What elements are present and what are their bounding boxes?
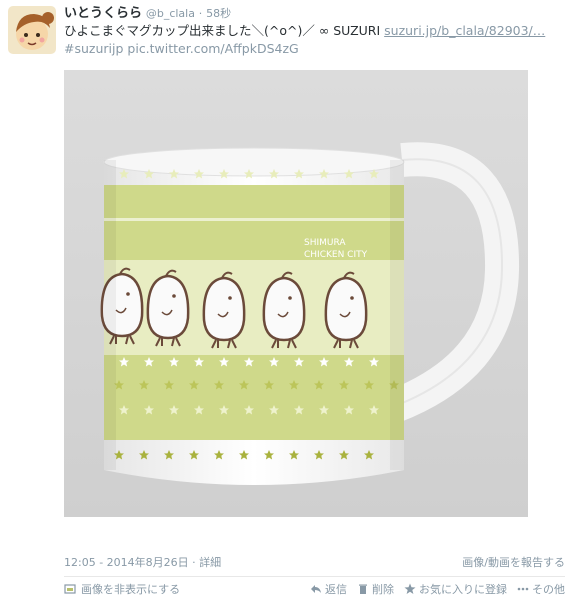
report-media-link[interactable]: 画像/動画を報告する [462, 554, 565, 570]
tweet-actions: 画像を非表示にする 返信 削除 お気に入りに登録 その他 [64, 581, 565, 599]
more-label: その他 [532, 583, 565, 596]
user-handle[interactable]: @b_clala [146, 7, 195, 20]
hashtag-link[interactable]: #suzurijp [64, 41, 123, 56]
image-icon [64, 583, 76, 595]
action-group: 返信 削除 お気に入りに登録 その他 [310, 581, 565, 597]
meta-left: 12:05 - 2014年8月26日 · 詳細 [64, 554, 221, 570]
favorite-button[interactable]: お気に入りに登録 [404, 581, 507, 597]
header-separator: · [198, 7, 203, 20]
tweet: いとうくらら @b_clala · 58秒 ひよこまぐマグカップ出来ました＼(^… [0, 0, 575, 602]
reply-icon [310, 583, 322, 595]
tweet-time[interactable]: 58秒 [206, 7, 231, 20]
trash-icon [357, 583, 369, 595]
avatar-image [8, 6, 56, 54]
meta-divider [64, 576, 565, 577]
display-name[interactable]: いとうくらら [64, 6, 142, 21]
delete-label: 削除 [372, 583, 394, 596]
details-link[interactable]: 詳細 [199, 556, 221, 569]
tweet-text: ひよこまぐマグカップ出来ました＼(^o^)／ ∞ SUZURI suzuri.j… [64, 22, 565, 58]
reply-button[interactable]: 返信 [310, 581, 347, 597]
details-separator: · [192, 556, 196, 569]
hide-image-button[interactable]: 画像を非表示にする [64, 581, 180, 597]
tweet-body: ひよこまぐマグカップ出来ました＼(^o^)／ ∞ SUZURI [64, 23, 385, 38]
tweet-media-image[interactable]: SHIMURA CHICKEN CITY [64, 70, 528, 517]
pic-link[interactable]: pic.twitter.com/AffpkDS4zG [127, 41, 298, 56]
avatar[interactable] [8, 6, 56, 54]
hide-image-label: 画像を非表示にする [81, 583, 181, 596]
more-button[interactable]: その他 [517, 581, 565, 597]
more-icon [517, 583, 529, 595]
tweet-header: いとうくらら @b_clala · 58秒 [64, 4, 565, 23]
mug-photo: SHIMURA CHICKEN CITY [64, 70, 528, 517]
tweet-timestamp: 12:05 - 2014年8月26日 [64, 556, 189, 569]
delete-button[interactable]: 削除 [357, 581, 394, 597]
reply-label: 返信 [325, 583, 347, 596]
favorite-label: お気に入りに登録 [419, 583, 507, 596]
suzuri-link[interactable]: suzuri.jp/b_clala/82903/… [384, 23, 545, 38]
tweet-meta: 12:05 - 2014年8月26日 · 詳細 画像/動画を報告する [64, 554, 565, 574]
star-icon [404, 583, 416, 595]
mug-print-line1: SHIMURA [304, 238, 346, 248]
mug-print-line2: CHICKEN CITY [304, 250, 368, 260]
